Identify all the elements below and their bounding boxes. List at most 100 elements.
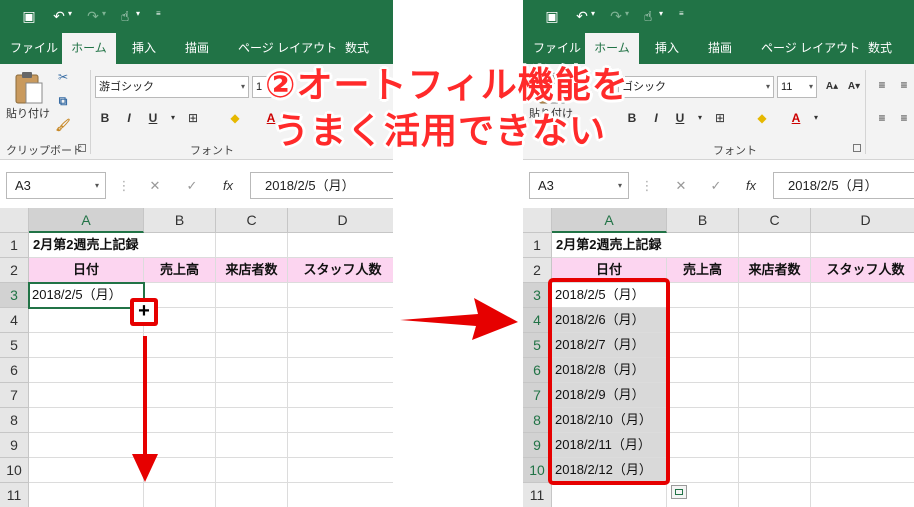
align-top-icon[interactable]: ≡ xyxy=(873,76,891,94)
row-header[interactable]: 8 xyxy=(523,408,552,433)
cell[interactable] xyxy=(29,408,144,433)
cell[interactable] xyxy=(811,383,914,408)
cell[interactable] xyxy=(288,433,393,458)
cancel-icon[interactable]: ✕ xyxy=(147,178,163,194)
row-header[interactable]: 10 xyxy=(0,458,29,483)
cell[interactable] xyxy=(667,458,739,483)
date-cell[interactable]: 2018/2/8（月） xyxy=(552,358,667,383)
increase-font-icon[interactable]: A▴ xyxy=(823,78,841,96)
touch-mode-icon[interactable]: ☝ xyxy=(116,7,134,25)
cell[interactable] xyxy=(811,333,914,358)
fill-color-icon[interactable]: ◆ xyxy=(753,109,771,127)
cell[interactable] xyxy=(739,308,811,333)
cell[interactable] xyxy=(29,308,144,333)
cell[interactable] xyxy=(667,308,739,333)
row-header[interactable]: 10 xyxy=(523,458,552,483)
cell[interactable] xyxy=(667,358,739,383)
cell[interactable] xyxy=(667,333,739,358)
font-launcher-icon[interactable] xyxy=(853,144,861,152)
redo-icon[interactable]: ↷ xyxy=(84,7,102,25)
save-icon[interactable]: ▣ xyxy=(543,7,561,25)
cell[interactable] xyxy=(667,233,739,258)
cell[interactable] xyxy=(288,358,393,383)
select-all-corner[interactable] xyxy=(523,208,552,233)
cell[interactable] xyxy=(739,283,811,308)
cell[interactable] xyxy=(811,308,914,333)
cell[interactable] xyxy=(288,233,393,258)
cell[interactable] xyxy=(811,283,914,308)
header-cell-staff[interactable]: スタッフ人数 xyxy=(811,258,914,283)
auto-fill-options-icon[interactable] xyxy=(671,485,687,499)
header-cell-sales[interactable]: 売上高 xyxy=(667,258,739,283)
cell[interactable] xyxy=(811,408,914,433)
cell[interactable] xyxy=(288,308,393,333)
italic-button[interactable]: I xyxy=(120,109,138,127)
column-header-d[interactable]: D xyxy=(811,208,914,233)
redo-dropdown-icon[interactable]: ▾ xyxy=(625,9,629,18)
cell[interactable] xyxy=(811,458,914,483)
row-header[interactable]: 11 xyxy=(523,483,552,507)
underline-button[interactable]: U xyxy=(144,109,162,127)
row-header[interactable]: 2 xyxy=(0,258,29,283)
font-name-select[interactable]: 游ゴシック ▾ xyxy=(95,76,249,98)
touch-dropdown-icon[interactable]: ▾ xyxy=(136,9,140,18)
cell[interactable] xyxy=(29,383,144,408)
cell[interactable] xyxy=(29,458,144,483)
font-color-button[interactable]: A xyxy=(787,109,805,127)
cell[interactable] xyxy=(739,383,811,408)
bold-button[interactable]: B xyxy=(96,109,114,127)
row-header[interactable]: 8 xyxy=(0,408,29,433)
tab-draw[interactable]: 描画 xyxy=(704,33,736,64)
date-cell[interactable]: 2018/2/6（月） xyxy=(552,308,667,333)
cell[interactable] xyxy=(216,408,288,433)
row-header[interactable]: 2 xyxy=(523,258,552,283)
cell[interactable] xyxy=(216,358,288,383)
copy-icon[interactable]: ⧉ xyxy=(54,92,72,110)
cell[interactable] xyxy=(288,408,393,433)
redo-dropdown-icon[interactable]: ▾ xyxy=(102,9,106,18)
row-header[interactable]: 9 xyxy=(523,433,552,458)
tab-insert[interactable]: 挿入 xyxy=(128,33,160,64)
cell[interactable] xyxy=(288,458,393,483)
cell[interactable] xyxy=(739,358,811,383)
cell[interactable] xyxy=(288,283,393,308)
cancel-icon[interactable]: ✕ xyxy=(673,178,689,194)
row-header[interactable]: 11 xyxy=(0,483,29,507)
font-color-dropdown-icon[interactable]: ▾ xyxy=(807,109,825,127)
clipboard-launcher-icon[interactable] xyxy=(78,144,86,152)
row-header[interactable]: 4 xyxy=(523,308,552,333)
cell[interactable] xyxy=(29,433,144,458)
cell[interactable] xyxy=(288,333,393,358)
column-header-c[interactable]: C xyxy=(739,208,811,233)
column-header-c[interactable]: C xyxy=(216,208,288,233)
formula-input[interactable]: 2018/2/5（月） xyxy=(773,172,914,199)
cell[interactable] xyxy=(216,433,288,458)
font-name-select[interactable]: ゴシック ▾ xyxy=(618,76,774,98)
date-cell[interactable]: 2018/2/7（月） xyxy=(552,333,667,358)
name-box[interactable]: A3 ▾ xyxy=(529,172,629,199)
tab-file[interactable]: ファイル xyxy=(6,33,62,64)
enter-icon[interactable]: ✓ xyxy=(184,178,200,194)
cell[interactable] xyxy=(288,383,393,408)
insert-function-icon[interactable]: fx xyxy=(220,178,236,194)
select-all-corner[interactable] xyxy=(0,208,29,233)
row-header[interactable]: 6 xyxy=(0,358,29,383)
row-header[interactable]: 7 xyxy=(523,383,552,408)
cell[interactable] xyxy=(29,483,144,507)
date-cell[interactable]: 2018/2/10（月） xyxy=(552,408,667,433)
row-header[interactable]: 5 xyxy=(523,333,552,358)
underline-dropdown-icon[interactable]: ▾ xyxy=(164,109,182,127)
cell[interactable] xyxy=(216,483,288,507)
tab-formulas[interactable]: 数式 xyxy=(864,33,896,64)
underline-button[interactable]: U xyxy=(671,109,689,127)
undo-icon[interactable]: ↶ xyxy=(50,7,68,25)
date-cell[interactable]: 2018/2/9（月） xyxy=(552,383,667,408)
name-box[interactable]: A3 ▾ xyxy=(6,172,106,199)
align-left-icon[interactable]: ≡ xyxy=(873,109,891,127)
decrease-font-icon[interactable]: A▾ xyxy=(845,78,863,96)
cell[interactable] xyxy=(667,433,739,458)
tab-home[interactable]: ホーム xyxy=(585,33,639,64)
tab-home[interactable]: ホーム xyxy=(62,33,116,64)
column-header-b[interactable]: B xyxy=(667,208,739,233)
cut-icon[interactable]: ✂ xyxy=(54,68,72,86)
